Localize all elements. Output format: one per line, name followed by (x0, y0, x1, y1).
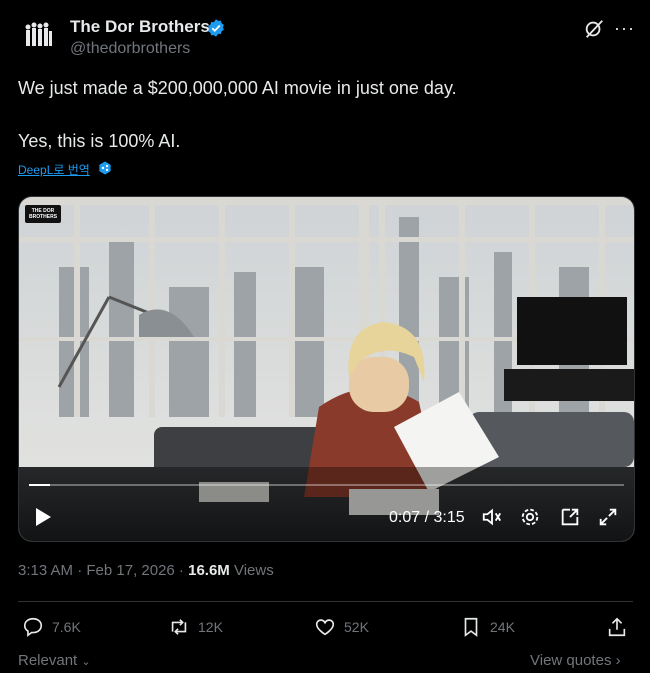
grok-icon[interactable] (583, 18, 605, 40)
view-quotes-link[interactable]: View quotes › (530, 652, 621, 669)
avatar[interactable] (18, 16, 60, 58)
translate-link[interactable]: DeepL로 번역 (18, 161, 90, 178)
author-name[interactable]: The Dor Brothers (70, 17, 210, 37)
chevron-down-icon: ⌄ (81, 656, 91, 668)
views-count: 16.6M (188, 562, 230, 579)
share-icon (608, 617, 626, 637)
video-frame (19, 197, 634, 541)
bookmark-count: 24K (490, 619, 515, 635)
tweet-text-line1: We just made a $200,000,000 AI movie in … (18, 78, 457, 98)
more-options-icon[interactable]: ··· (614, 18, 635, 39)
tweet-text-line2: Yes, this is 100% AI. (18, 131, 181, 151)
video-watermark-badge: THE DOR BROTHERS (25, 205, 61, 223)
reply-icon (23, 617, 43, 637)
volume-icon[interactable] (481, 506, 503, 528)
repost-button[interactable]: 12K (168, 614, 223, 640)
like-button[interactable]: 52K (314, 614, 369, 640)
video-progress-fill (29, 484, 51, 486)
deepl-icon (99, 161, 111, 175)
fullscreen-icon[interactable] (597, 506, 619, 528)
tweet-timestamp[interactable]: 3:13 AM · Feb 17, 2026 · (18, 562, 188, 579)
play-icon[interactable] (33, 506, 53, 528)
divider (18, 601, 633, 602)
tweet-meta: 3:13 AM · Feb 17, 2026 · 16.6M Views (18, 562, 274, 579)
verified-badge-icon[interactable] (206, 18, 226, 38)
video-player[interactable]: THE DOR BROTHERS 0:07 / 3:15 (18, 196, 635, 542)
reply-count: 7.6K (52, 619, 81, 635)
bookmark-button[interactable]: 24K (460, 614, 515, 640)
video-progress-bar[interactable] (29, 484, 624, 486)
author-handle[interactable]: @thedorbrothers (70, 40, 190, 58)
views-label: Views (229, 562, 274, 579)
bookmark-icon (464, 617, 478, 637)
video-time: 0:07 / 3:15 (389, 509, 465, 526)
heart-icon (315, 619, 335, 636)
chevron-right-icon: › (615, 652, 621, 669)
share-button[interactable] (606, 614, 628, 640)
settings-icon[interactable] (519, 506, 541, 528)
pip-icon[interactable] (559, 506, 581, 528)
relevant-label: Relevant (18, 652, 78, 669)
repost-count: 12K (198, 619, 223, 635)
dor-brothers-logo-icon (18, 16, 60, 58)
like-count: 52K (344, 619, 369, 635)
view-quotes-label: View quotes (530, 652, 612, 669)
repost-icon (171, 619, 187, 635)
reply-button[interactable]: 7.6K (22, 614, 81, 640)
relevant-sort-dropdown[interactable]: Relevant ⌄ (18, 652, 91, 669)
